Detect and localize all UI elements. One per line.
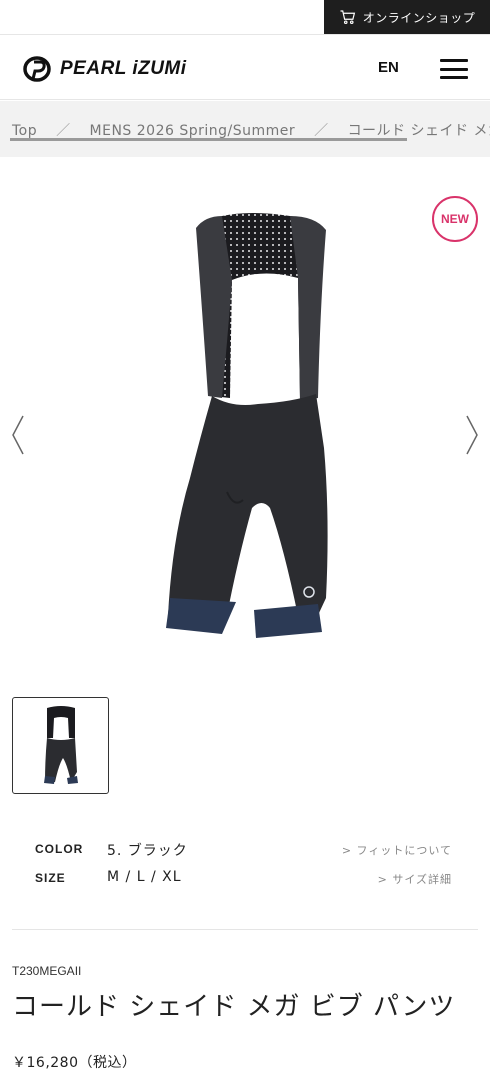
chevron-right-icon[interactable] <box>464 414 480 456</box>
breadcrumb-item-category[interactable]: MENS 2026 Spring/Summer <box>90 123 296 139</box>
chevron-left-icon[interactable] <box>10 414 26 456</box>
logo-text: PEARL iZUMi <box>60 58 187 79</box>
new-badge: NEW <box>432 196 478 242</box>
color-label: COLOR <box>35 842 84 856</box>
breadcrumb-item-current: コールド シェイド メガ ビブ パンツ <box>347 123 490 139</box>
online-shop-button[interactable]: オンラインショップ <box>324 0 490 34</box>
language-switch[interactable]: EN <box>378 59 399 76</box>
pearl-izumi-logo[interactable]: PEARL iZUMi <box>22 55 187 83</box>
size-value: M / L / XL <box>107 869 182 885</box>
product-title: コールド シェイド メガ ビブ パンツ <box>12 992 456 1022</box>
size-row: SIZE M / L / XL > サイズ詳細 <box>0 867 490 891</box>
divider <box>12 929 478 930</box>
breadcrumb: Top ／ MENS 2026 Spring/Summer ／ コールド シェイ… <box>0 101 490 157</box>
logo-mark-icon <box>23 56 51 82</box>
breadcrumb-scrollbar[interactable] <box>10 138 407 141</box>
breadcrumb-separator: ／ <box>314 123 329 139</box>
product-price: ￥16,280（税込） <box>12 1055 137 1071</box>
top-bar: オンラインショップ <box>0 0 490 34</box>
online-shop-label: オンラインショップ <box>362 10 476 25</box>
product-code: T230MEGAII <box>12 964 82 978</box>
product-image-gallery[interactable] <box>0 158 490 688</box>
product-thumbnail[interactable] <box>12 697 109 794</box>
size-label: SIZE <box>35 871 66 885</box>
site-header: PEARL iZUMi EN <box>0 34 490 100</box>
breadcrumb-separator: ／ <box>56 123 71 139</box>
product-image <box>166 213 328 638</box>
color-row: COLOR 5. ブラック > フィットについて <box>0 838 490 862</box>
cart-icon <box>340 10 355 25</box>
size-detail-link[interactable]: > サイズ詳細 <box>378 871 452 887</box>
color-value: 5. ブラック <box>107 843 188 859</box>
fit-link[interactable]: > フィットについて <box>342 842 452 858</box>
hamburger-icon[interactable] <box>440 59 468 79</box>
breadcrumb-item-top[interactable]: Top <box>12 123 37 139</box>
thumbnail-image <box>43 705 78 784</box>
